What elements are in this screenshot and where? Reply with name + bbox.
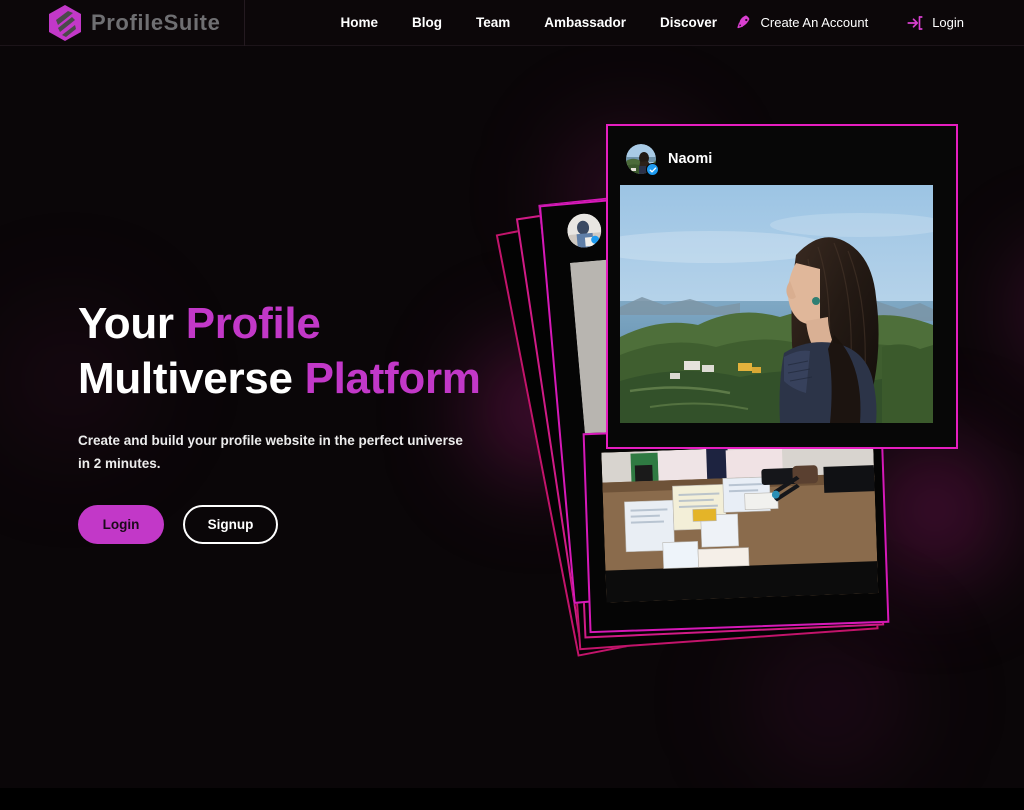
page-title: Your Profile Multiverse Platform [78,296,548,407]
create-account-button[interactable]: Create An Account [736,14,869,31]
login-button-header[interactable]: Login [906,14,964,32]
nav-link-home[interactable]: Home [340,15,378,30]
profile-card-username: Naomi [668,151,713,167]
nav-link-ambassador[interactable]: Ambassador [544,15,626,30]
profile-card-front[interactable]: Naomi [606,124,958,449]
create-account-label: Create An Account [760,15,869,30]
hero-title-line1-accent: Profile [185,299,321,348]
desk-photo [601,443,879,603]
profile-card-header: Naomi [620,136,944,182]
avatar [565,212,603,250]
avatar[interactable] [626,144,659,176]
nav-link-discover[interactable]: Discover [660,15,717,30]
hero-title-line2-plain: Multiverse [78,354,305,404]
hero-subtitle: Create and build your profile website in… [78,432,463,472]
hero-section: Your Profile Multiverse Platform Create … [78,296,548,545]
rocket-icon [736,14,753,31]
landing-page: ProfileSuite Home Blog Team Ambassador D… [0,0,1024,810]
hero-title-line1-plain: Your [78,299,186,348]
profile-card-stack: Naomi [495,110,1020,657]
bottom-black-strip [0,788,1024,810]
main-nav: Home Blog Team Ambassador Discover [340,15,717,30]
verified-badge-icon [646,163,659,176]
hero-signup-button[interactable]: Signup [183,505,278,545]
profile-card-photo [620,185,933,423]
hero-cta-group: Login Signup [78,505,548,545]
hero-title-line2-accent: Platform [304,354,481,404]
nav-link-team[interactable]: Team [476,15,510,30]
nav-link-blog[interactable]: Blog [412,15,442,30]
stack-card-desk[interactable] [582,422,890,634]
login-arrow-icon [906,14,924,32]
login-label: Login [932,15,964,30]
site-header: ProfileSuite Home Blog Team Ambassador D… [0,0,1024,46]
brand-name: ProfileSuite [91,9,221,35]
hero-login-button[interactable]: Login [78,505,164,545]
header-actions: Create An Account Login [736,14,964,32]
brand-logo[interactable]: ProfileSuite [0,0,246,46]
hexagon-logo-icon [48,4,82,42]
